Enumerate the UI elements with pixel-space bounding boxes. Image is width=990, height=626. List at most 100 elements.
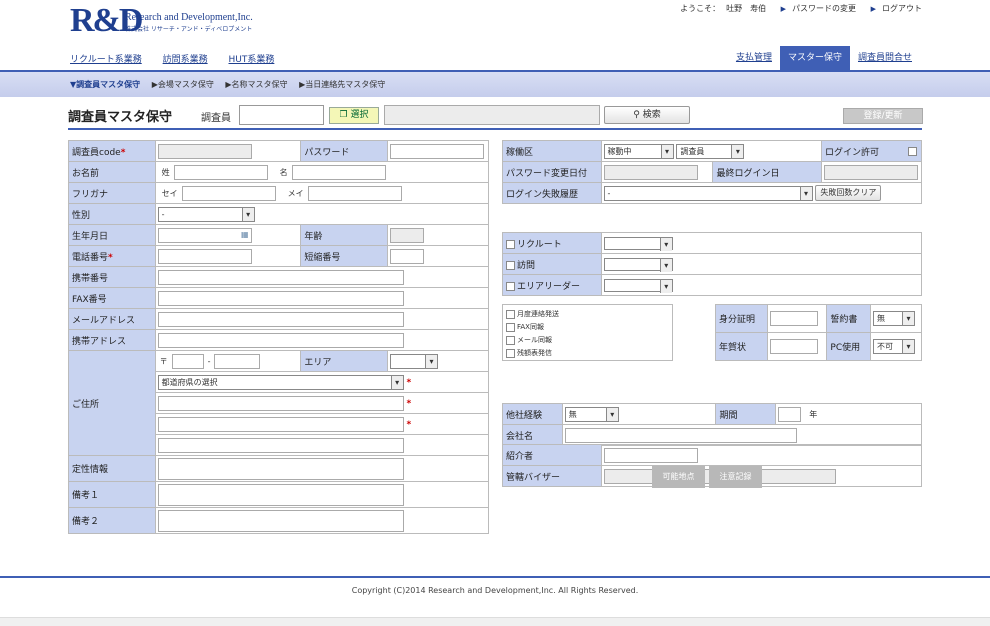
password-field[interactable] bbox=[389, 143, 484, 159]
mobile-field[interactable] bbox=[157, 269, 404, 285]
status-table: 稼働区 稼動中 調査員 ログイン許可 パスワード変更日付 最終ログイン日 ログイ… bbox=[502, 140, 923, 204]
phone-field[interactable] bbox=[157, 248, 252, 264]
nav-payment[interactable]: 支払管理 bbox=[728, 46, 780, 70]
note1-label: 備考１ bbox=[68, 481, 156, 508]
company-name-field[interactable] bbox=[564, 427, 797, 443]
first-name-kana-field[interactable] bbox=[307, 185, 402, 201]
sub-nav: ▼調査員マスタ保守 ▶会場マスタ保守 ▶名称マスタ保守 ▶当日連絡先マスタ保守 bbox=[0, 70, 990, 97]
arrow-right-icon: ▶ bbox=[780, 5, 787, 13]
type-select[interactable]: 調査員 bbox=[676, 143, 745, 159]
pledge-label: 誓約書 bbox=[826, 304, 872, 333]
search-icon: ⚲ bbox=[633, 110, 643, 120]
mail-field[interactable] bbox=[157, 311, 404, 327]
status-select[interactable]: 稼動中 bbox=[603, 143, 674, 159]
user-name: 吐野 寿伯 bbox=[726, 4, 767, 13]
last-name-kana-field[interactable] bbox=[181, 185, 276, 201]
check-fax[interactable]: FAX同報 bbox=[506, 322, 669, 335]
other-exp-label: 他社経験 bbox=[502, 403, 563, 425]
clear-fail-button[interactable]: 失敗回数クリア bbox=[815, 185, 882, 201]
address2-field[interactable] bbox=[157, 416, 404, 432]
period-label: 期間 bbox=[715, 403, 777, 425]
address3-field[interactable] bbox=[157, 437, 404, 453]
fax-label: FAX番号 bbox=[68, 287, 156, 309]
register-button[interactable]: 登録/更新 bbox=[843, 108, 923, 124]
login-allowed-checkbox[interactable] bbox=[908, 146, 917, 156]
supervisor-label: 管轄バイザー bbox=[502, 465, 602, 487]
pc-use-label: PC使用 bbox=[826, 332, 872, 361]
birth-field[interactable]: ▦ bbox=[157, 227, 252, 243]
logout-link[interactable]: ログアウト bbox=[882, 4, 922, 13]
header: R&D Research and Development,Inc. 株式会社 リ… bbox=[0, 0, 990, 46]
qualitative-textarea[interactable] bbox=[157, 457, 404, 480]
mobile-addr-field[interactable] bbox=[157, 332, 404, 348]
docs-table: 身分証明 誓約書 無 年賀状 PC使用 不可 bbox=[714, 304, 922, 361]
nav-inquiry[interactable]: 調査員問合せ bbox=[850, 46, 920, 70]
gender-select[interactable]: - bbox=[157, 206, 255, 222]
phone-label: 電話番号* bbox=[68, 245, 156, 267]
welcome-label: ようこそ： bbox=[680, 4, 721, 13]
select-button[interactable]: ❐ 選択 bbox=[329, 107, 379, 124]
other-exp-select[interactable]: 無 bbox=[564, 406, 619, 422]
caution-record-button[interactable]: 注意記録 bbox=[709, 466, 762, 488]
main-nav-left: リクルート系業務 訪問系業務 HUT系業務 bbox=[70, 52, 292, 65]
nav-master[interactable]: マスター保守 bbox=[779, 46, 850, 70]
login-fail-select[interactable]: - bbox=[603, 185, 813, 201]
note1-textarea[interactable] bbox=[157, 483, 404, 506]
area-select[interactable] bbox=[389, 353, 438, 369]
subnav-venue[interactable]: ▶会場マスタ保守 bbox=[152, 80, 214, 89]
check-balance[interactable]: 残額表発信 bbox=[506, 348, 669, 361]
visit-checkbox[interactable] bbox=[506, 260, 515, 270]
prefecture-select[interactable]: 都道府県の選択 bbox=[157, 374, 404, 390]
recruit-select[interactable] bbox=[603, 236, 673, 251]
birth-label: 生年月日 bbox=[68, 224, 156, 246]
address-label: ご住所 bbox=[68, 350, 156, 456]
change-password-link[interactable]: パスワードの変更 bbox=[792, 4, 856, 13]
nav-hut[interactable]: HUT系業務 bbox=[229, 55, 275, 65]
main-nav-right: 支払管理 マスター保守 調査員問合せ bbox=[728, 46, 920, 70]
title-bar: 調査員マスタ保守 調査員 ❐ 選択 ⚲ 検索 登録/更新 bbox=[68, 104, 923, 130]
note2-textarea[interactable] bbox=[157, 509, 404, 532]
possible-points-button[interactable]: 可能地点 bbox=[652, 466, 705, 488]
code-field bbox=[157, 143, 252, 159]
copyright: Copyright (C)2014 Research and Developme… bbox=[351, 586, 639, 595]
postal2-field[interactable] bbox=[214, 353, 261, 369]
role-table: リクルート 訪問 エリアリーダー bbox=[502, 232, 923, 296]
mail-label: メールアドレス bbox=[68, 308, 156, 330]
referrer-field[interactable] bbox=[603, 447, 698, 463]
fax-field[interactable] bbox=[157, 290, 404, 306]
period-field[interactable] bbox=[778, 406, 802, 422]
surveyor-label: 調査員 bbox=[201, 113, 231, 124]
subnav-surveyor[interactable]: ▼調査員マスタ保守 bbox=[70, 80, 140, 89]
short-number-field[interactable] bbox=[389, 248, 424, 264]
surveyor-name-display bbox=[384, 105, 600, 125]
area-leader-select[interactable] bbox=[603, 278, 673, 293]
calendar-icon[interactable]: ▦ bbox=[241, 230, 249, 239]
notification-checkboxes: 月度連絡発送 FAX同報 メール同報 残額表発信 bbox=[502, 304, 673, 361]
address1-field[interactable] bbox=[157, 395, 404, 411]
mobile-addr-label: 携帯アドレス bbox=[68, 329, 156, 351]
recruit-label: リクルート bbox=[502, 232, 602, 254]
recruit-checkbox[interactable] bbox=[506, 239, 515, 249]
nav-visit[interactable]: 訪問系業務 bbox=[163, 55, 208, 65]
last-login-field bbox=[823, 164, 918, 180]
check-mail[interactable]: メール同報 bbox=[506, 335, 669, 348]
visit-select[interactable] bbox=[603, 257, 673, 272]
pledge-select[interactable]: 無 bbox=[873, 311, 916, 326]
area-leader-checkbox[interactable] bbox=[506, 281, 515, 291]
new-year-card-field[interactable] bbox=[770, 339, 819, 354]
horizontal-scrollbar[interactable] bbox=[0, 617, 990, 626]
last-login-label: 最終ログイン日 bbox=[712, 161, 822, 183]
check-monthly[interactable]: 月度連絡発送 bbox=[506, 309, 669, 322]
pc-use-select[interactable]: 不可 bbox=[873, 339, 916, 354]
id-proof-field[interactable] bbox=[770, 311, 819, 326]
surveyor-input[interactable] bbox=[239, 105, 324, 125]
subnav-contact[interactable]: ▶当日連絡先マスタ保守 bbox=[299, 80, 385, 89]
search-button[interactable]: ⚲ 検索 bbox=[604, 106, 690, 124]
postal1-field[interactable] bbox=[171, 353, 204, 369]
last-name-field[interactable] bbox=[173, 164, 268, 180]
nav-recruit[interactable]: リクルート系業務 bbox=[70, 55, 142, 65]
status-label: 稼働区 bbox=[502, 140, 602, 162]
subnav-name[interactable]: ▶名称マスタ保守 bbox=[225, 80, 287, 89]
login-fail-label: ログイン失敗履歴 bbox=[502, 182, 602, 204]
first-name-field[interactable] bbox=[291, 164, 386, 180]
